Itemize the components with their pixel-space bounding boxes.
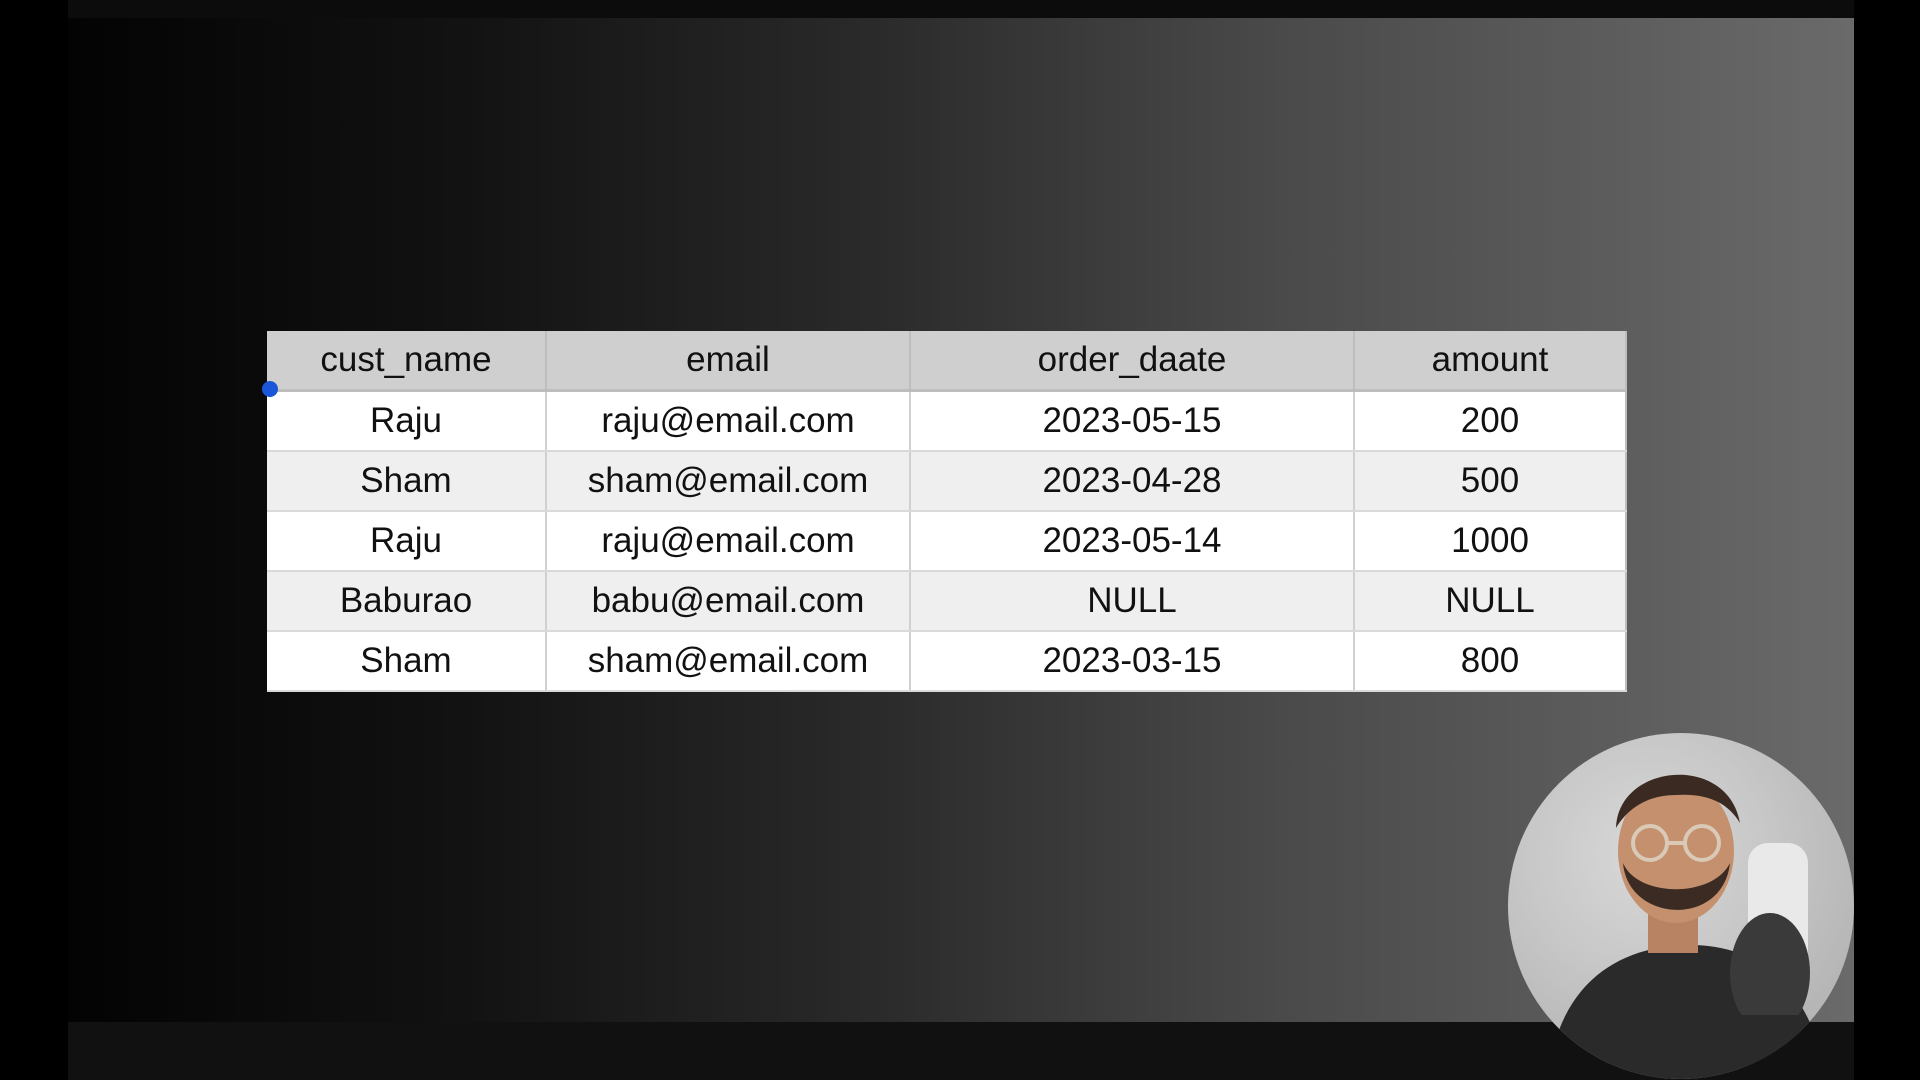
selection-handle[interactable]	[262, 381, 278, 397]
cell-amount[interactable]: NULL	[1354, 571, 1627, 632]
presenter-webcam-overlay	[1508, 733, 1854, 1079]
cell-order-date[interactable]: 2023-05-15	[910, 390, 1355, 452]
cell-email[interactable]: sham@email.com	[546, 451, 911, 512]
table-row: Baburao babu@email.com NULL NULL	[267, 571, 1627, 632]
spreadsheet-table-container: cust_name email order_daate amount Raju …	[267, 331, 1627, 692]
table-row: Sham sham@email.com 2023-04-28 500	[267, 451, 1627, 512]
cell-order-date[interactable]: 2023-04-28	[910, 451, 1355, 512]
table-row: Raju raju@email.com 2023-05-14 1000	[267, 511, 1627, 572]
cell-email[interactable]: raju@email.com	[546, 511, 911, 572]
cell-amount[interactable]: 200	[1354, 390, 1627, 452]
cell-cust-name[interactable]: Baburao	[267, 571, 547, 632]
presenter-illustration	[1548, 774, 1828, 1079]
table-row: Sham sham@email.com 2023-03-15 800	[267, 631, 1627, 692]
column-header-email[interactable]: email	[546, 331, 911, 392]
cell-email[interactable]: sham@email.com	[546, 631, 911, 692]
top-letterbox	[68, 0, 1854, 18]
cell-cust-name[interactable]: Raju	[267, 511, 547, 572]
cell-email[interactable]: babu@email.com	[546, 571, 911, 632]
cell-cust-name[interactable]: Sham	[267, 451, 547, 512]
cell-amount[interactable]: 1000	[1354, 511, 1627, 572]
cell-order-date[interactable]: NULL	[910, 571, 1355, 632]
table-header-row: cust_name email order_daate amount	[267, 331, 1627, 392]
cell-order-date[interactable]: 2023-05-14	[910, 511, 1355, 572]
cell-order-date[interactable]: 2023-03-15	[910, 631, 1355, 692]
table-row: Raju raju@email.com 2023-05-15 200	[267, 390, 1627, 452]
column-header-amount[interactable]: amount	[1354, 331, 1627, 392]
cell-email[interactable]: raju@email.com	[546, 390, 911, 452]
cell-cust-name[interactable]: Sham	[267, 631, 547, 692]
cell-cust-name[interactable]: Raju	[267, 390, 547, 452]
cell-amount[interactable]: 800	[1354, 631, 1627, 692]
cell-amount[interactable]: 500	[1354, 451, 1627, 512]
orders-table: cust_name email order_daate amount Raju …	[267, 331, 1627, 692]
column-header-cust-name[interactable]: cust_name	[267, 331, 547, 392]
video-frame: cust_name email order_daate amount Raju …	[0, 0, 1920, 1080]
column-header-order-date[interactable]: order_daate	[910, 331, 1355, 392]
